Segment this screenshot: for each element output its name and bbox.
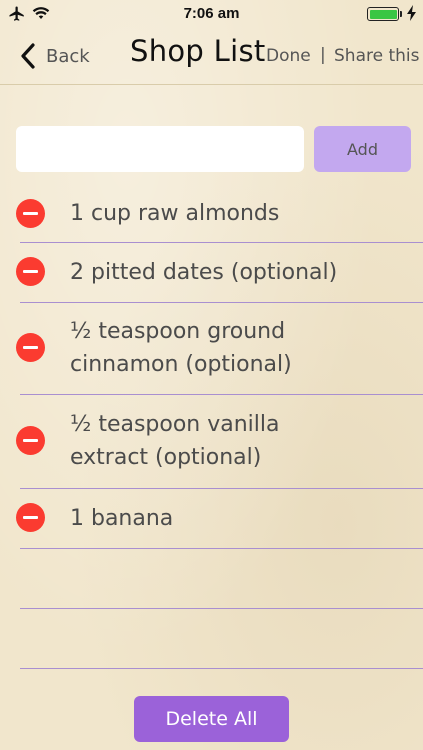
status-bar: 7:06 am [0, 0, 423, 28]
delete-item-icon[interactable] [16, 199, 45, 228]
empty-row [0, 549, 423, 609]
add-button[interactable]: Add [314, 126, 411, 172]
delete-item-icon[interactable] [16, 503, 45, 532]
list-item: 1 cup raw almonds [0, 186, 423, 243]
delete-all-button[interactable]: Delete All [134, 696, 289, 742]
navigation-bar: Back Shop List Done | Share this [0, 28, 423, 85]
list-item-text: 1 banana [70, 506, 174, 531]
chevron-left-icon [21, 43, 35, 69]
list-item-text: ½ teaspoon ground [70, 319, 286, 344]
battery-tip [400, 11, 402, 17]
list-item: ½ teaspoon vanilla extract (optional) [0, 395, 423, 489]
list-item-text: 1 cup raw almonds [70, 201, 280, 226]
charging-bolt-icon [407, 5, 416, 21]
shopping-list: 1 cup raw almonds 2 pitted dates (optiona… [0, 186, 423, 669]
list-item: ½ teaspoon ground cinnamon (optional) [0, 303, 423, 395]
list-item: 1 banana [0, 489, 423, 549]
battery-fill [369, 9, 397, 19]
battery-icon [367, 7, 399, 21]
status-time: 7:06 am [183, 5, 240, 22]
delete-item-icon[interactable] [16, 426, 45, 455]
done-button[interactable]: Done [266, 46, 311, 66]
empty-row [0, 609, 423, 669]
list-item: 2 pitted dates (optional) [0, 243, 423, 303]
share-button[interactable]: Share this [334, 46, 419, 66]
list-item-text: extract (optional) [70, 445, 262, 470]
back-label: Back [46, 45, 90, 67]
list-item-text: 2 pitted dates (optional) [70, 260, 338, 285]
back-button[interactable]: Back [20, 40, 90, 72]
nav-separator: | [320, 45, 326, 65]
page-title: Shop List [130, 34, 266, 68]
item-input[interactable] [16, 126, 304, 172]
delete-item-icon[interactable] [16, 333, 45, 362]
list-item-text: cinnamon (optional) [70, 352, 292, 377]
rule-line [20, 668, 423, 669]
list-item-text: ½ teaspoon vanilla [70, 412, 280, 437]
delete-item-icon[interactable] [16, 257, 45, 286]
